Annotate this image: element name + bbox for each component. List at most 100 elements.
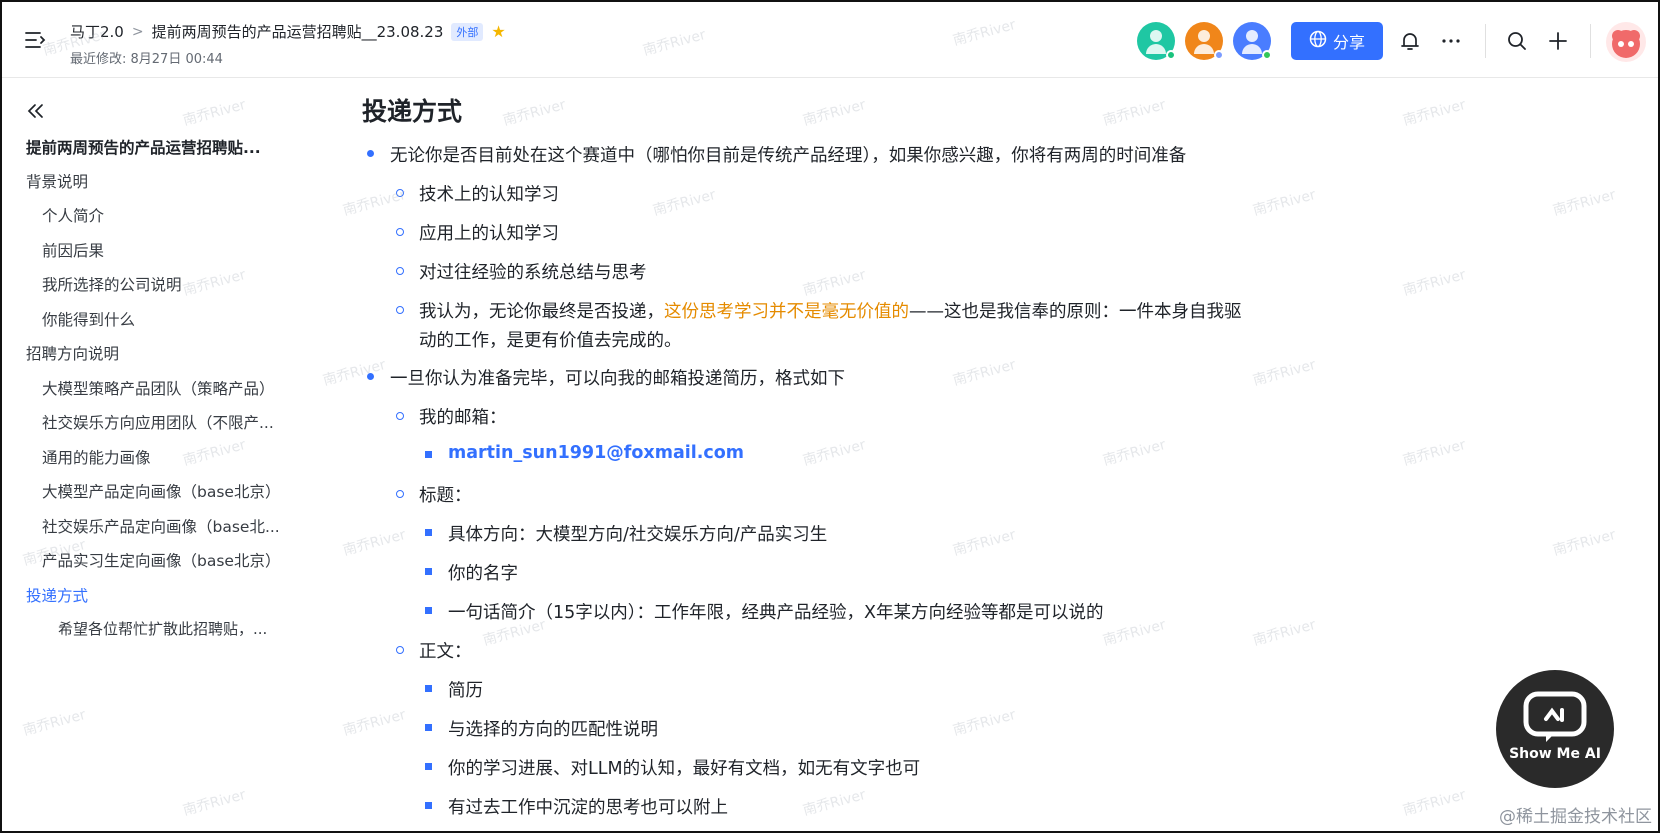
toc-item[interactable]: 通用的能力画像 [42, 446, 151, 468]
watermark: 南乔River [801, 436, 868, 470]
list-item: 我认为，无论你最终是否投递，这份思考学习并不是毫无价值的——这也是我信奉的原则：… [419, 298, 1242, 323]
watermark: 南乔River [1101, 616, 1168, 650]
plus-icon[interactable] [1546, 29, 1570, 53]
watermark: 南乔River [181, 436, 248, 470]
watermark: 南乔River [21, 706, 88, 740]
watermark: 南乔River [1101, 96, 1168, 130]
bullet-square [425, 529, 432, 536]
bullet-square [425, 685, 432, 692]
external-badge: 外部 [451, 22, 484, 41]
watermark: 南乔River [951, 706, 1018, 740]
list-item: 与选择的方向的匹配性说明 [448, 720, 658, 740]
watermark: 南乔River [1251, 356, 1318, 390]
robot-icon [1523, 691, 1587, 742]
watermark: 南乔River [1551, 186, 1618, 220]
bullet-square [425, 763, 432, 770]
bullet-ring [396, 412, 404, 420]
list-item: 对过往经验的系统总结与思考 [419, 263, 647, 283]
toc-item[interactable]: 招聘方向说明 [26, 342, 119, 364]
avatar[interactable] [1137, 22, 1176, 60]
toc-item[interactable]: 产品实习生定向画像（base北京） [42, 549, 280, 571]
watermark: 南乔River [181, 266, 248, 300]
bullet-dot [367, 373, 374, 380]
watermark: 南乔River [651, 186, 718, 220]
user-avatar[interactable] [1606, 22, 1646, 62]
divider [1485, 24, 1486, 58]
list-item: 无论你是否目前处在这个赛道中（哪怕你目前是传统产品经理），如果你感兴趣，你将有两… [390, 146, 1187, 166]
bullet-ring [396, 228, 404, 236]
watermark: 南乔River [801, 786, 868, 820]
toc-item[interactable]: 社交娱乐方向应用团队（不限产... [42, 411, 274, 433]
text-segment: 我认为，无论你最终是否投递， [419, 302, 664, 322]
email-link[interactable]: martin_sun1991@foxmail.com [448, 443, 744, 463]
toc-item[interactable]: 大模型产品定向画像（base北京） [42, 480, 280, 502]
list-item: 简历 [448, 681, 483, 701]
bullet-dot [367, 150, 374, 157]
text-segment: ——这也是我信奉的原则：一件本身自我驱 [909, 302, 1242, 322]
top-bar: 马丁2.0 > 提前两周预告的产品运营招聘贴__23.08.23 外部 ★ 最近… [2, 2, 1658, 78]
last-modified: 最近修改: 8月27日 00:44 [70, 52, 223, 67]
globe-icon [1309, 30, 1327, 52]
bullet-square [425, 451, 432, 458]
avatar[interactable] [1233, 22, 1272, 60]
list-item: 有过去工作中沉淀的思考也可以附上 [448, 798, 728, 818]
collapse-sidebar-icon[interactable] [24, 100, 46, 122]
watermark: 南乔River [1401, 96, 1468, 130]
bullet-ring [396, 646, 404, 654]
watermark: 南乔River [951, 526, 1018, 560]
toc-item-active[interactable]: 投递方式 [26, 584, 88, 606]
watermark: 南乔River [321, 356, 388, 390]
bell-icon[interactable] [1398, 29, 1422, 53]
watermark: 南乔River [501, 96, 568, 130]
share-button[interactable]: 分享 [1291, 22, 1383, 60]
source-watermark: @稀土掘金技术社区 [1499, 807, 1652, 827]
list-item: 你的学习进展、对LLM的认知，最好有文档，如无有文字也可 [448, 759, 921, 779]
watermark: 南乔River [1101, 436, 1168, 470]
bullet-square [425, 724, 432, 731]
list-item: 我的邮箱： [419, 408, 507, 428]
toc-item[interactable]: 大模型策略产品团队（策略产品） [42, 377, 275, 399]
bullet-square [425, 607, 432, 614]
search-icon[interactable] [1505, 29, 1529, 53]
watermark: 南乔River [801, 266, 868, 300]
list-item: 应用上的认知学习 [419, 224, 559, 244]
bullet-square [425, 802, 432, 809]
watermark: 南乔River [1401, 266, 1468, 300]
watermark: 南乔River [1551, 526, 1618, 560]
watermark: 南乔River [801, 96, 868, 130]
toc-item[interactable]: 背景说明 [26, 170, 88, 192]
show-me-ai-badge[interactable]: Show Me AI [1496, 670, 1614, 788]
bullet-ring [396, 189, 404, 197]
avatar[interactable] [1185, 22, 1224, 60]
more-icon[interactable] [1439, 29, 1463, 53]
collaborator-avatars [1137, 22, 1272, 60]
breadcrumb: 马丁2.0 > 提前两周预告的产品运营招聘贴__23.08.23 外部 ★ [70, 21, 506, 42]
watermark: 南乔River [1401, 786, 1468, 820]
toc-item[interactable]: 你能得到什么 [42, 308, 135, 330]
list-item-continuation: 动的工作，是更有价值去完成的。 [419, 331, 682, 351]
list-item: 一句话简介（15字以内）：工作年限，经典产品经验，X年某方向经验等都是可以说的 [448, 603, 1104, 623]
bullet-square [425, 568, 432, 575]
bot-label: Show Me AI [1509, 746, 1601, 762]
bullet-ring [396, 306, 404, 314]
bullet-ring [396, 267, 404, 275]
toc-item[interactable]: 个人简介 [42, 204, 104, 226]
list-item: 正文： [419, 642, 472, 662]
section-heading: 投递方式 [362, 97, 463, 126]
watermark: 南乔River [341, 526, 408, 560]
app-window: 马丁2.0 > 提前两周预告的产品运营招聘贴__23.08.23 外部 ★ 最近… [0, 0, 1660, 833]
list-item: 技术上的认知学习 [419, 185, 559, 205]
list-item: 具体方向：大模型方向/社交娱乐方向/产品实习生 [448, 525, 828, 545]
toc-item[interactable]: 我所选择的公司说明 [42, 273, 182, 295]
watermark: 南乔River [181, 786, 248, 820]
toc-item[interactable]: 希望各位帮忙扩散此招聘贴，... [58, 618, 267, 639]
breadcrumb-root[interactable]: 马丁2.0 [70, 21, 124, 42]
watermark: 南乔River [181, 96, 248, 130]
toc-item[interactable]: 提前两周预告的产品运营招聘贴... [26, 136, 261, 158]
menu-icon[interactable] [24, 30, 46, 50]
breadcrumb-separator: > [131, 23, 144, 40]
toc-item[interactable]: 社交娱乐产品定向画像（base北... [42, 515, 280, 537]
star-icon[interactable]: ★ [491, 22, 505, 41]
toc-item[interactable]: 前因后果 [42, 239, 104, 261]
doc-title[interactable]: 提前两周预告的产品运营招聘贴__23.08.23 [152, 21, 444, 42]
